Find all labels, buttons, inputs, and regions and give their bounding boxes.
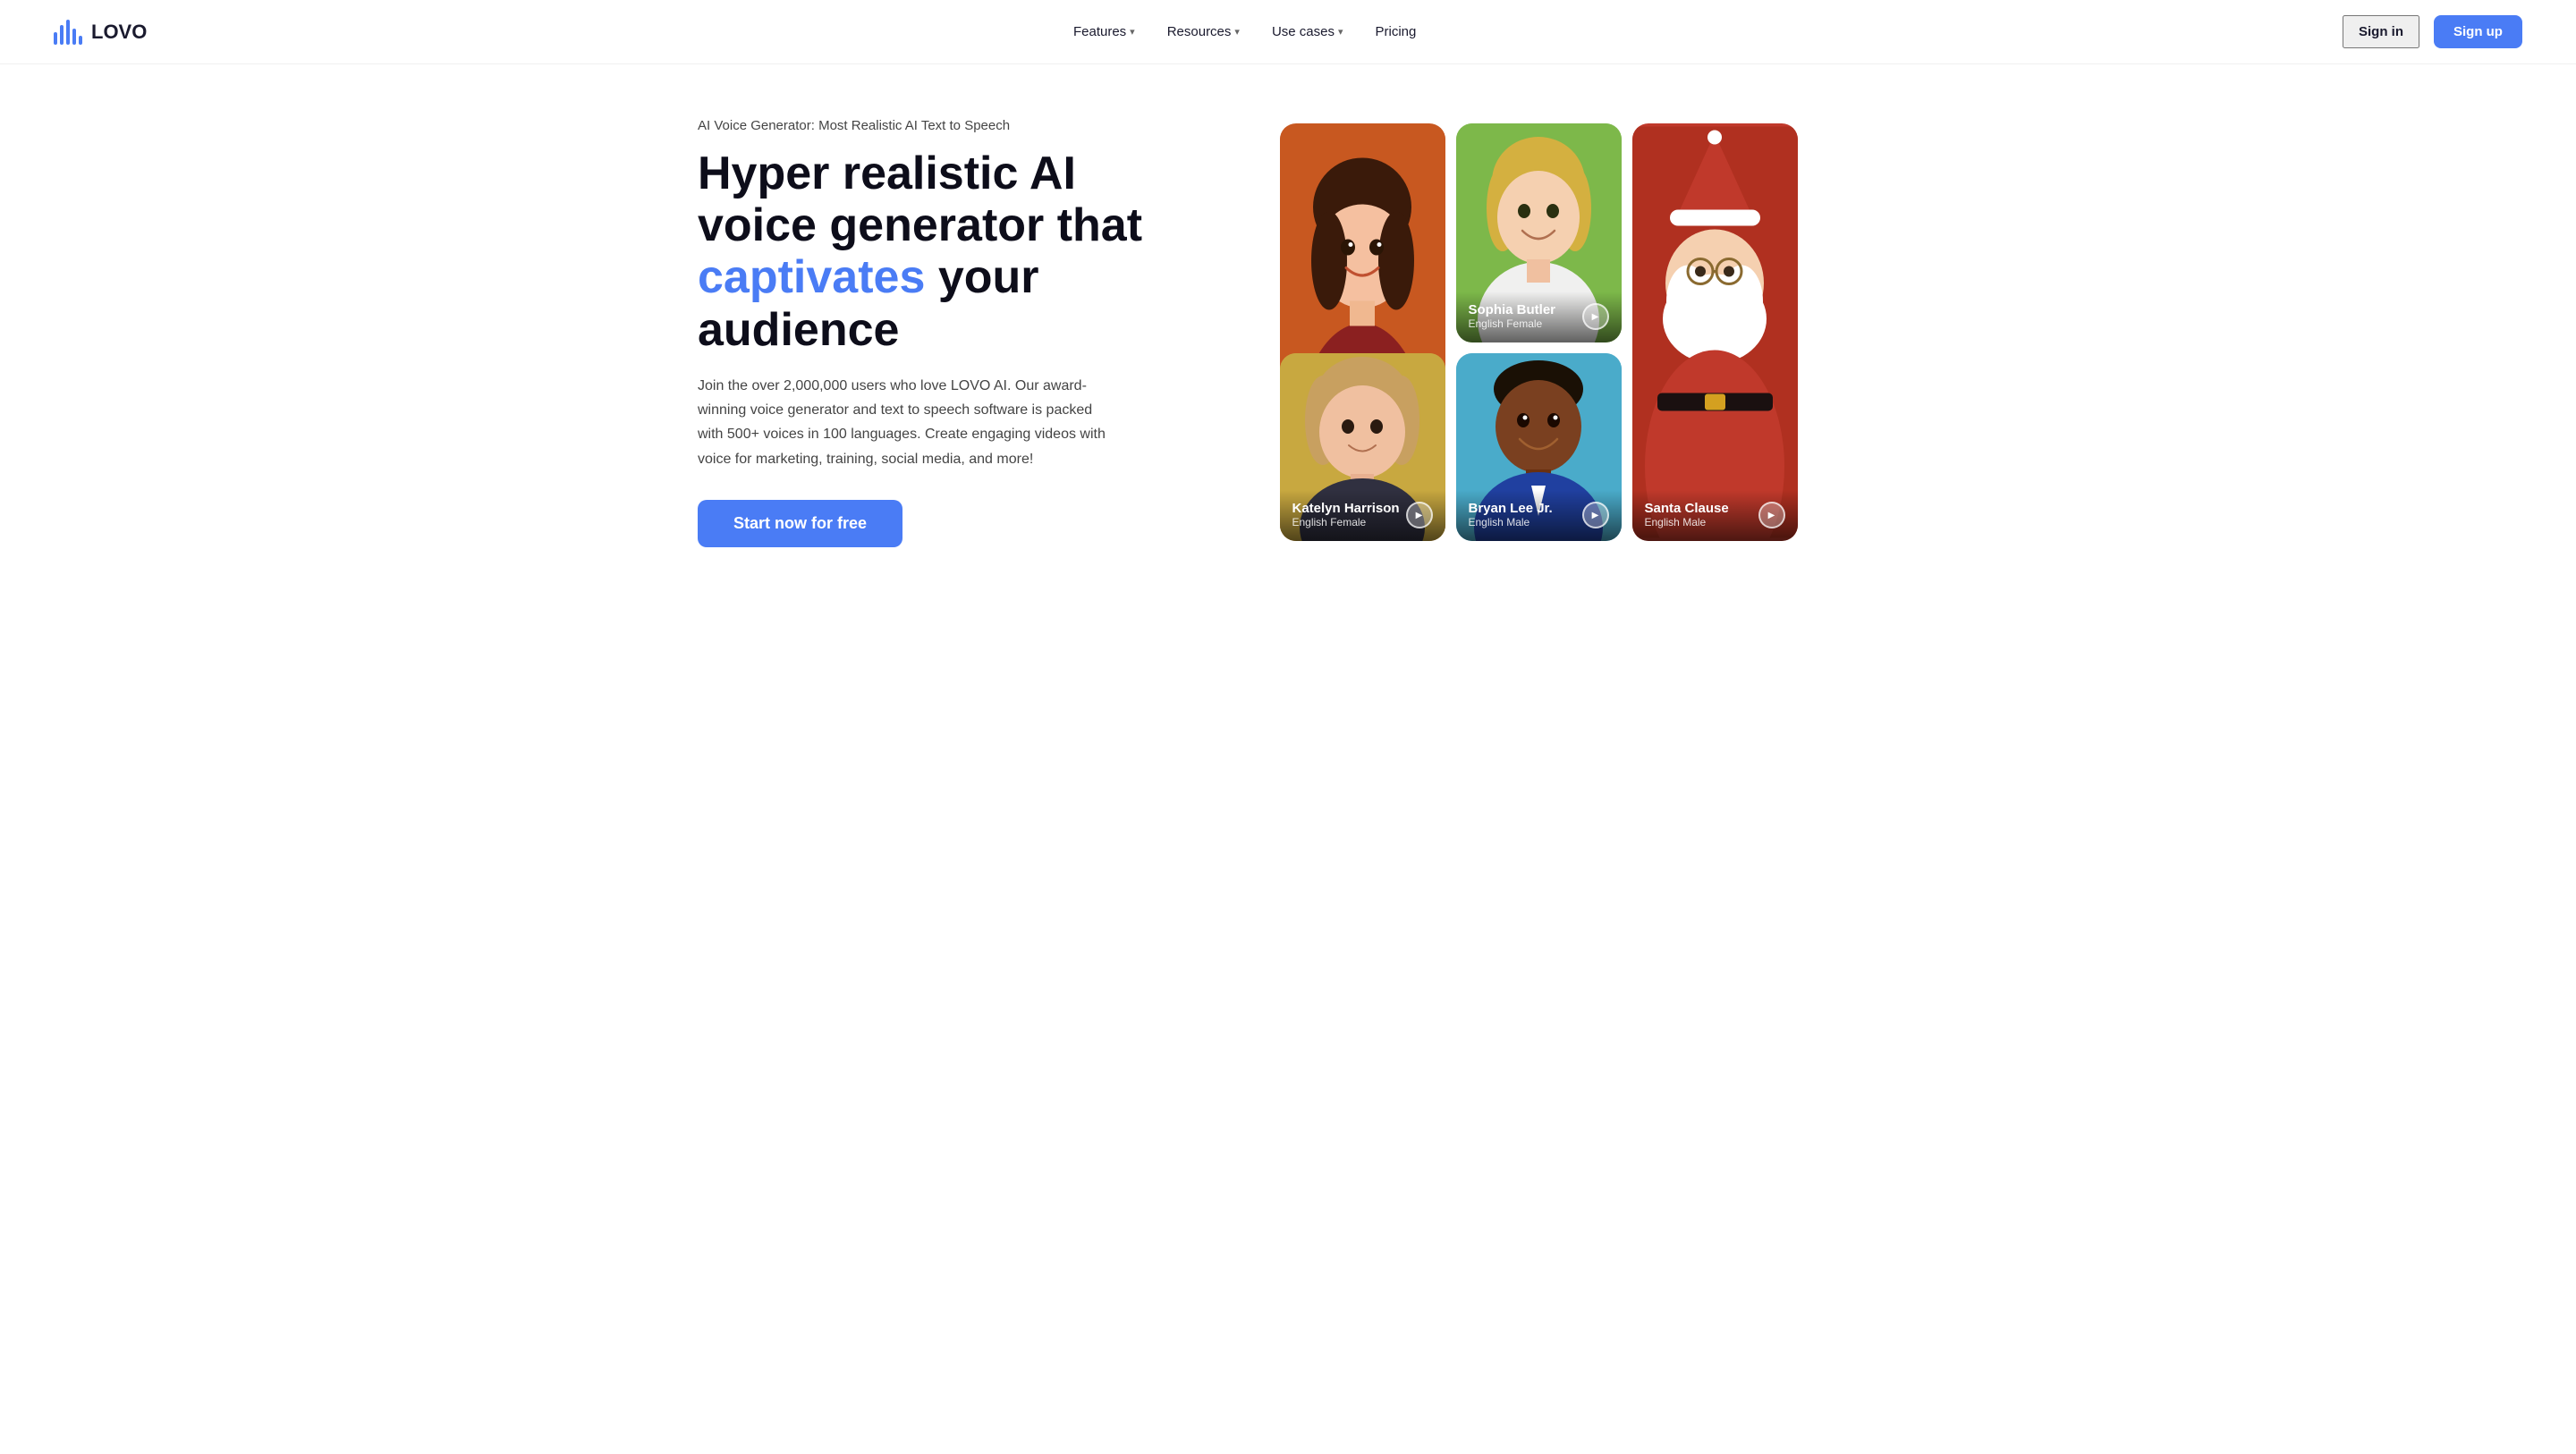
logo-bar-4 [72,29,76,45]
santa-play[interactable]: ▶ [1758,502,1785,528]
hero-right: Chloe Woods English Female ▶ Sophia Butl… [1199,123,1878,541]
voice-card-bryan[interactable]: Bryan Lee Jr. English Male ▶ [1456,353,1622,541]
nav-pricing[interactable]: Pricing [1376,24,1417,39]
logo-bar-2 [60,25,64,45]
sophia-play[interactable]: ▶ [1582,303,1609,330]
nav-use-cases[interactable]: Use cases ▾ [1272,24,1343,39]
signin-button[interactable]: Sign in [2343,15,2419,48]
nav-links: Features ▾ Resources ▾ Use cases ▾ Prici… [1073,24,1416,39]
voice-grid: Chloe Woods English Female ▶ Sophia Butl… [1280,123,1798,541]
hero-body: Join the over 2,000,000 users who love L… [698,374,1109,471]
signup-button[interactable]: Sign up [2434,15,2522,48]
nav-features[interactable]: Features ▾ [1073,24,1135,39]
nav-actions: Sign in Sign up [2343,15,2522,48]
navbar: LOVO Features ▾ Resources ▾ Use cases ▾ … [0,0,2576,64]
logo-bar-1 [54,32,57,45]
voice-card-santa[interactable]: Santa Clause English Male ▶ [1632,123,1798,541]
chevron-down-icon: ▾ [1234,26,1240,38]
logo[interactable]: LOVO [54,20,147,45]
hero-title: Hyper realistic AI voice generator that … [698,148,1163,356]
hero-title-accent: captivates [698,251,925,303]
logo-bar-5 [79,36,82,45]
voice-card-sophia[interactable]: Sophia Butler English Female ▶ [1456,123,1622,342]
chevron-down-icon: ▾ [1338,26,1343,38]
chevron-down-icon: ▾ [1130,26,1135,38]
start-now-button[interactable]: Start now for free [698,500,902,547]
bryan-play[interactable]: ▶ [1582,502,1609,528]
nav-resources[interactable]: Resources ▾ [1167,24,1240,39]
hero-left: AI Voice Generator: Most Realistic AI Te… [698,118,1163,547]
logo-icon [54,20,82,45]
hero-eyebrow: AI Voice Generator: Most Realistic AI Te… [698,118,1163,133]
logo-bar-3 [66,20,70,45]
katelyn-play[interactable]: ▶ [1406,502,1433,528]
logo-text: LOVO [91,21,147,44]
hero-title-start: Hyper realistic AI voice generator that [698,148,1142,251]
hero-section: AI Voice Generator: Most Realistic AI Te… [644,64,1932,619]
voice-card-katelyn[interactable]: Katelyn Harrison English Female ▶ [1280,353,1445,541]
